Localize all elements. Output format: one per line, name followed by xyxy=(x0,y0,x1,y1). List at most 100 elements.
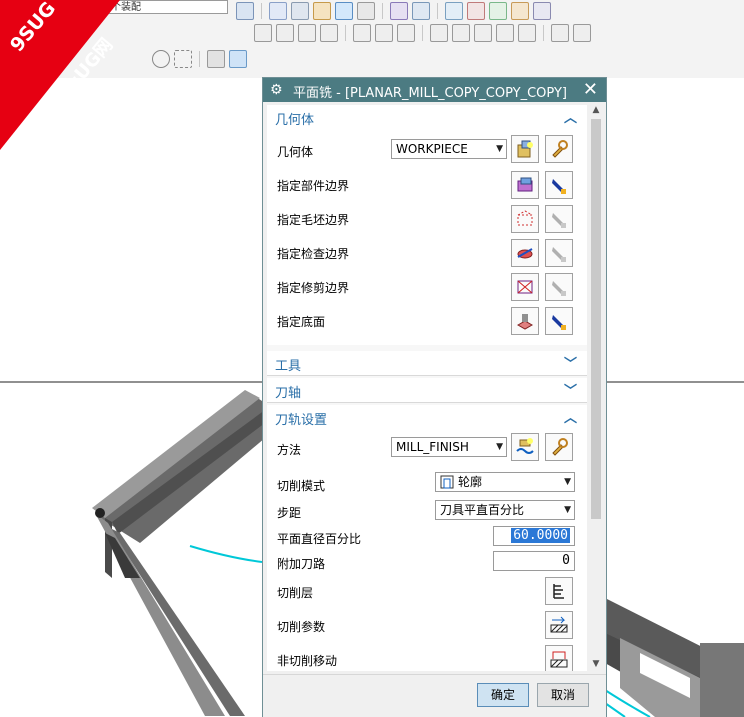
box-icon[interactable] xyxy=(229,50,247,68)
section-tool[interactable]: 工具 ﹀ xyxy=(267,351,587,376)
solid-icon[interactable] xyxy=(207,50,225,68)
close-icon[interactable]: ✕ xyxy=(583,79,598,100)
non-cut-moves-label: 非切削移动 xyxy=(277,654,338,668)
shade-icon[interactable] xyxy=(335,2,353,20)
display-floor-button[interactable] xyxy=(545,307,573,335)
flag-icon[interactable] xyxy=(375,24,393,42)
part-boundary-label: 指定部件边界 xyxy=(277,179,350,193)
chevron-up-icon[interactable]: ︿ xyxy=(564,407,577,426)
layer-icon[interactable] xyxy=(291,2,309,20)
geometry-select[interactable]: WORKPIECE ▼ xyxy=(391,139,507,159)
check-icon[interactable] xyxy=(489,2,507,20)
new-geometry-button[interactable] xyxy=(511,135,539,163)
dialog-titlebar[interactable]: ⚙ 平面铣 - [PLANAR_MILL_COPY_COPY_COPY] ✕ xyxy=(263,78,606,102)
stepover-select-value: 刀具平直百分比 xyxy=(440,503,525,517)
line-icon[interactable] xyxy=(276,24,294,42)
display-trim-boundary-button[interactable] xyxy=(545,273,573,301)
toolbar-row-3 xyxy=(0,48,744,70)
point-icon[interactable] xyxy=(254,24,272,42)
flat-diameter-input[interactable]: 60.0000 xyxy=(493,526,575,546)
cut-levels-icon xyxy=(553,584,564,599)
render-icon[interactable] xyxy=(357,2,375,20)
method-select[interactable]: MILL_FINISH ▼ xyxy=(391,437,507,457)
scroll-down-icon[interactable]: ▼ xyxy=(590,659,602,671)
orient-icon[interactable] xyxy=(390,2,408,20)
snap-icon[interactable] xyxy=(412,2,430,20)
chevron-down-icon[interactable]: ﹀ xyxy=(564,353,577,372)
text-icon[interactable] xyxy=(573,24,591,42)
arrow-icon[interactable] xyxy=(353,24,371,42)
close-icon[interactable] xyxy=(551,24,569,42)
display-check-boundary-button[interactable] xyxy=(545,239,573,267)
section-tool-axis[interactable]: 刀轴 ﹀ xyxy=(267,378,587,403)
analysis-icon[interactable] xyxy=(467,2,485,20)
view-icon[interactable] xyxy=(313,2,331,20)
planar-mill-dialog: ⚙ 平面铣 - [PLANAR_MILL_COPY_COPY_COPY] ✕ 几… xyxy=(262,77,607,717)
extra-passes-input[interactable]: 0 xyxy=(493,551,575,571)
copy-icon[interactable] xyxy=(430,24,448,42)
more-icon[interactable] xyxy=(533,2,551,20)
scroll-thumb[interactable] xyxy=(591,119,601,519)
edit-method-button[interactable] xyxy=(545,433,573,461)
chevron-down-icon[interactable]: ﹀ xyxy=(564,380,577,399)
search-icon[interactable] xyxy=(236,2,254,20)
measure-icon[interactable] xyxy=(445,2,463,20)
report-icon[interactable] xyxy=(511,2,529,20)
flag2-icon[interactable] xyxy=(397,24,415,42)
select-box-icon[interactable] xyxy=(174,50,192,68)
flat-diameter-label: 平面直径百分比 xyxy=(277,532,362,546)
offset-icon[interactable] xyxy=(518,24,536,42)
profile-pattern-icon xyxy=(440,475,454,489)
cut-params-button[interactable] xyxy=(545,611,573,639)
toolbar-divider xyxy=(422,25,423,41)
toolbar-divider xyxy=(345,25,346,41)
chevron-down-icon: ▼ xyxy=(496,442,503,452)
polygon-icon[interactable] xyxy=(152,50,170,68)
display-blank-boundary-button[interactable] xyxy=(545,205,573,233)
spline-icon[interactable] xyxy=(474,24,492,42)
chevron-down-icon: ▼ xyxy=(496,144,503,154)
circle-icon[interactable] xyxy=(320,24,338,42)
select-trim-boundary-button[interactable] xyxy=(511,273,539,301)
geometry-label: 几何体 xyxy=(277,145,314,159)
edge-icon[interactable] xyxy=(496,24,514,42)
cut-pattern-select-value: 轮廓 xyxy=(458,475,483,489)
gear-icon: ⚙ xyxy=(270,82,283,98)
grid-icon[interactable] xyxy=(269,2,287,20)
display-part-boundary-button[interactable] xyxy=(545,171,573,199)
stepover-label: 步距 xyxy=(277,506,302,520)
ok-button[interactable]: 确定 xyxy=(477,683,529,707)
select-check-boundary-button[interactable] xyxy=(511,239,539,267)
method-select-value: MILL_FINISH xyxy=(396,440,469,454)
toolbar-divider xyxy=(543,25,544,41)
scroll-up-icon[interactable]: ▲ xyxy=(590,105,602,117)
non-cut-moves-button[interactable] xyxy=(545,645,573,671)
curve-icon[interactable] xyxy=(452,24,470,42)
non-cut-moves-icon xyxy=(550,651,568,668)
cut-levels-button[interactable] xyxy=(545,577,573,605)
geometry-select-value: WORKPIECE xyxy=(396,142,468,156)
select-blank-boundary-button[interactable] xyxy=(511,205,539,233)
section-title: 几何体 xyxy=(275,113,315,128)
stepover-select[interactable]: 刀具平直百分比 ▼ xyxy=(435,500,575,520)
path-settings-panel: 方法 MILL_FINISH ▼ 切削模式 轮廓 ▼ 步距 刀具平直百分比 ▼ xyxy=(267,429,587,671)
section-path-settings[interactable]: 刀轨设置 ︿ xyxy=(267,405,587,430)
cut-pattern-select[interactable]: 轮廓 ▼ xyxy=(435,472,575,492)
select-part-boundary-button[interactable] xyxy=(511,171,539,199)
chevron-up-icon[interactable]: ︿ xyxy=(564,107,577,126)
trim-boundary-label: 指定修剪边界 xyxy=(277,281,350,295)
section-geometry[interactable]: 几何体 ︿ xyxy=(267,105,587,130)
select-floor-button[interactable] xyxy=(511,307,539,335)
dialog-scrollbar[interactable]: ▲ ▼ xyxy=(589,105,603,671)
geometry-panel: 几何体 WORKPIECE ▼ 指定部件边界 指定毛坯边界 指定检查边界 指定修… xyxy=(267,129,587,345)
dialog-content: 几何体 ︿ 几何体 WORKPIECE ▼ 指定部件边界 指定毛坯边界 指定检查… xyxy=(267,105,587,671)
edit-geometry-button[interactable] xyxy=(545,135,573,163)
arc-icon[interactable] xyxy=(298,24,316,42)
cancel-button[interactable]: 取消 xyxy=(537,683,589,707)
cut-params-icon xyxy=(550,616,568,633)
flat-diameter-value: 60.0000 xyxy=(511,528,570,543)
new-method-button[interactable] xyxy=(511,433,539,461)
cut-levels-label: 切削层 xyxy=(277,586,314,600)
section-title: 刀轨设置 xyxy=(275,413,328,428)
floor-label: 指定底面 xyxy=(277,315,326,329)
